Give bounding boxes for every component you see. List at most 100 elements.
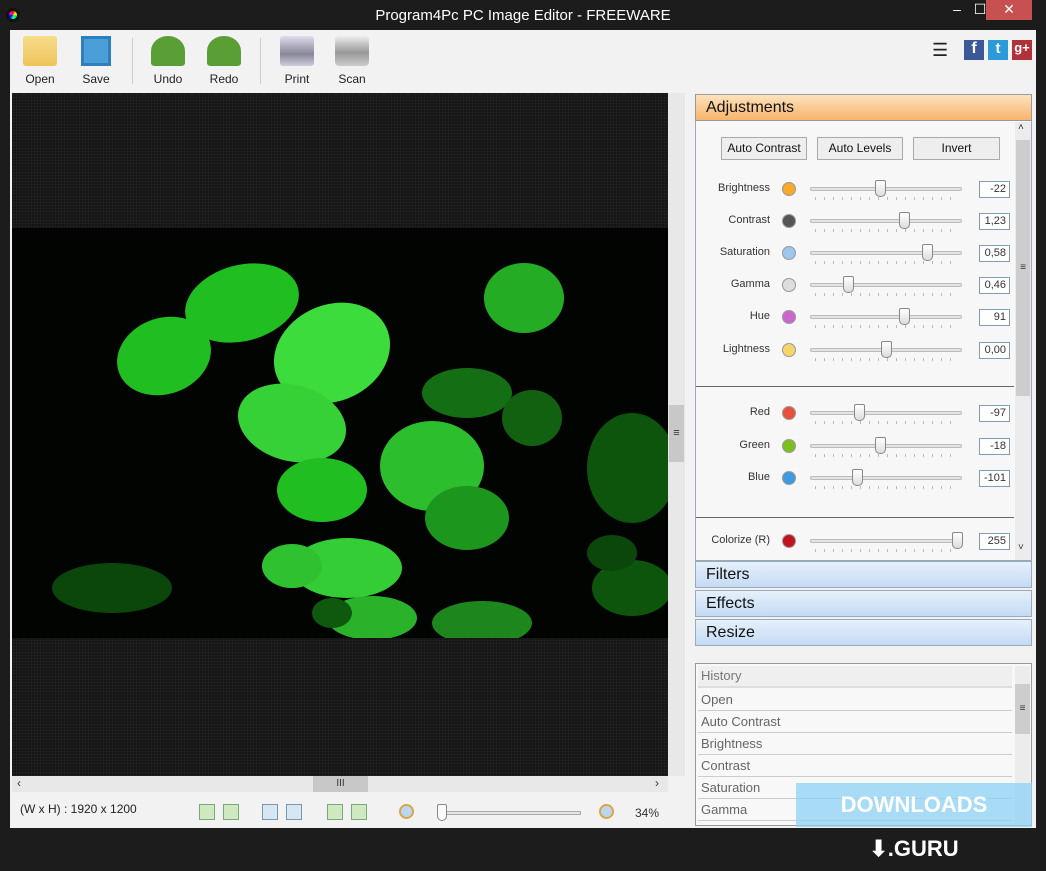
downloads-guru-watermark: DOWNLOADS ⬇.GURU: [796, 783, 1032, 861]
adjustment-slider[interactable]: [810, 219, 962, 223]
adjustment-label: Contrast: [728, 214, 770, 226]
adjustment-value-field[interactable]: -22: [979, 181, 1010, 198]
adjustment-value-field[interactable]: 0,46: [979, 277, 1010, 294]
scroll-right-icon[interactable]: ›: [655, 776, 659, 790]
contrast-icon: [782, 214, 796, 228]
open-button[interactable]: Open: [15, 34, 65, 86]
adjustment-row-blue: Blue -101: [700, 466, 1015, 494]
rotate-right-icon[interactable]: [223, 804, 239, 820]
google-plus-icon[interactable]: g+: [1012, 40, 1032, 60]
adjustment-row-colorize-r: Colorize (R) 255: [700, 529, 1015, 557]
image-dimensions: (W x H) : 1920 x 1200: [20, 802, 137, 816]
slider-thumb[interactable]: [899, 212, 911, 229]
zoom-slider-thumb[interactable]: [437, 804, 448, 821]
effects-header[interactable]: Effects: [695, 590, 1032, 617]
adjustment-slider[interactable]: [810, 444, 962, 448]
redo-button[interactable]: Redo: [199, 34, 249, 86]
zoom-in-icon[interactable]: [599, 804, 614, 819]
adjustment-value-field[interactable]: 0,00: [979, 342, 1010, 359]
print-button[interactable]: Print: [272, 34, 322, 86]
scroll-down-icon[interactable]: ˅: [1018, 542, 1024, 553]
slider-thumb[interactable]: [899, 308, 911, 325]
zoom-out-icon[interactable]: [399, 804, 414, 819]
fit-to-window-icon[interactable]: [327, 804, 343, 820]
history-item[interactable]: Auto Contrast: [698, 711, 1012, 733]
adjustment-label: Colorize (R): [711, 534, 770, 546]
gamma-icon: [782, 278, 796, 292]
sun-icon: [782, 182, 796, 196]
adjustment-value-field[interactable]: 1,23: [979, 213, 1010, 230]
slider-ticks: [815, 229, 957, 232]
scroll-up-icon[interactable]: ˄: [1018, 122, 1024, 133]
vertical-scroll-thumb[interactable]: ≡: [669, 405, 684, 462]
horizontal-scroll-thumb[interactable]: III: [313, 776, 368, 792]
slider-thumb[interactable]: [853, 404, 865, 421]
adjustment-value-field[interactable]: -18: [979, 438, 1010, 455]
adjustments-scroll-thumb[interactable]: ≡: [1016, 140, 1030, 396]
facebook-icon[interactable]: f: [964, 40, 984, 60]
vertical-scrollbar[interactable]: ≡: [668, 93, 685, 776]
slider-thumb[interactable]: [843, 276, 854, 293]
adjustment-label: Hue: [749, 310, 770, 322]
adjustment-slider[interactable]: [810, 187, 962, 191]
history-item[interactable]: Open: [698, 689, 1012, 711]
twitter-icon[interactable]: t: [988, 40, 1008, 60]
adjustment-label: Blue: [747, 471, 770, 483]
filters-header[interactable]: Filters: [695, 561, 1032, 588]
auto-levels-button[interactable]: Auto Levels: [817, 137, 903, 160]
adjustment-slider[interactable]: [810, 315, 962, 319]
section-divider: [696, 386, 1014, 387]
adjustment-value-field[interactable]: -97: [979, 405, 1010, 422]
adjustment-value-field[interactable]: -101: [979, 470, 1010, 487]
slider-thumb[interactable]: [852, 469, 864, 486]
save-button[interactable]: Save: [71, 34, 121, 86]
red-dot-icon: [782, 406, 796, 420]
auto-contrast-button[interactable]: Auto Contrast: [721, 137, 807, 160]
green-leaves-image: [52, 263, 677, 645]
adjustment-row-brightness: Brightness -22: [700, 177, 1015, 205]
lightbulb-icon: [782, 343, 796, 357]
history-scroll-thumb[interactable]: ≡: [1015, 684, 1030, 734]
adjustment-slider[interactable]: [810, 411, 962, 415]
adjustment-label: Gamma: [730, 278, 770, 290]
flip-horizontal-icon[interactable]: [286, 804, 302, 820]
horizontal-scrollbar[interactable]: ‹ III ›: [12, 776, 668, 792]
scan-button[interactable]: Scan: [327, 34, 377, 86]
green-dot-icon: [782, 439, 796, 453]
adjustment-value-field[interactable]: 0,58: [979, 245, 1010, 262]
adjustment-row-gamma: Gamma 0,46: [700, 273, 1015, 301]
adjustments-scrollbar[interactable]: ˄ ≡ ˅: [1015, 122, 1031, 560]
adjustment-slider[interactable]: [810, 283, 962, 287]
undo-label: Undo: [153, 72, 183, 86]
slider-thumb[interactable]: [874, 437, 886, 454]
resize-header[interactable]: Resize: [695, 619, 1032, 646]
scroll-left-icon[interactable]: ‹: [17, 776, 21, 790]
adjustment-slider[interactable]: [810, 476, 962, 480]
adjustment-label: Brightness: [718, 182, 770, 194]
history-item[interactable]: Brightness: [698, 733, 1012, 755]
adjustment-slider[interactable]: [810, 251, 962, 255]
zoom-slider[interactable]: [437, 804, 581, 821]
invert-button[interactable]: Invert: [913, 137, 1000, 160]
adjustment-value-field[interactable]: 255: [979, 533, 1010, 550]
history-item[interactable]: Contrast: [698, 755, 1012, 777]
adjustment-slider[interactable]: [810, 539, 962, 543]
adjustment-row-red: Red -97: [700, 401, 1015, 429]
image-preview: [12, 228, 677, 645]
blue-dot-icon: [782, 471, 796, 485]
slider-ticks: [815, 454, 957, 457]
adjustments-header[interactable]: Adjustments: [695, 94, 1032, 121]
open-label: Open: [25, 72, 55, 86]
undo-button[interactable]: Undo: [143, 34, 193, 86]
menu-icon[interactable]: ☰: [932, 40, 948, 61]
slider-ticks: [815, 486, 957, 489]
slider-thumb[interactable]: [874, 180, 886, 197]
actual-size-icon[interactable]: [351, 804, 367, 820]
adjustment-value-field[interactable]: 91: [979, 309, 1010, 326]
rotate-left-icon[interactable]: [199, 804, 215, 820]
slider-thumb[interactable]: [881, 341, 892, 358]
slider-thumb[interactable]: [922, 244, 934, 261]
flip-vertical-icon[interactable]: [262, 804, 278, 820]
close-button[interactable]: ✕: [986, 0, 1032, 20]
slider-thumb[interactable]: [952, 532, 964, 549]
